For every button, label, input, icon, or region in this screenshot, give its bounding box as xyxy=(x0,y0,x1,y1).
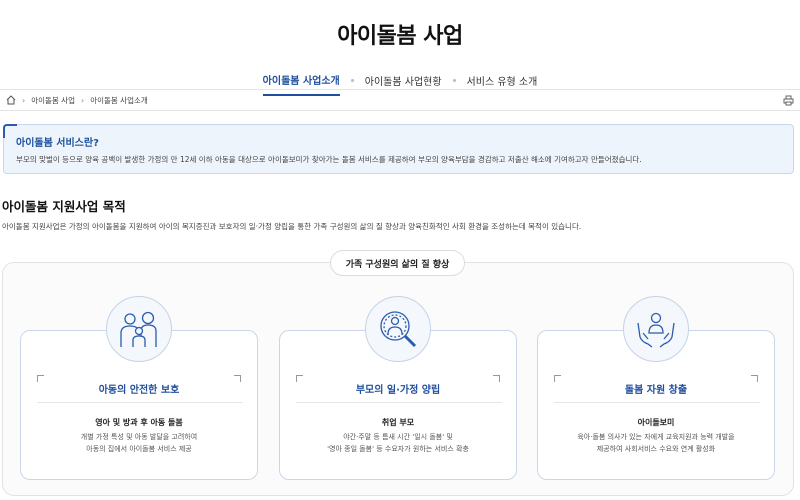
hands-person-icon xyxy=(623,296,689,362)
section-title: 아이돌봄 지원사업 목적 xyxy=(2,199,126,214)
card-text: 제공하여 사회서비스 수요와 연계 활성화 xyxy=(596,445,716,453)
info-text: 부모의 맞벌이 등으로 양육 공백이 발생한 가정의 만 12세 이하 아동을 … xyxy=(16,155,642,164)
card-title: 아동의 안전한 보호 xyxy=(98,385,180,396)
card-subtitle: 아이돌보미 xyxy=(637,418,675,427)
card-text: 개별 가정 특성 및 아동 발달을 고려하여 xyxy=(80,433,198,441)
card-text: 아동의 집에서 아이돌봄 서비스 제공 xyxy=(86,445,192,453)
page-title: 아이돌봄 사업 xyxy=(337,24,463,49)
card-title: 돌봄 자원 창출 xyxy=(624,385,688,396)
card-text: '영아 종일 돌봄' 등 수요자가 원하는 서비스 확충 xyxy=(327,445,469,453)
card-subtitle: 취업 부모 xyxy=(381,418,415,427)
card-text: 육아·돌봄 의사가 있는 자에게 교육지원과 능력 개발을 xyxy=(577,433,735,441)
info-title: 아이돌봄 서비스란? xyxy=(16,138,99,149)
chevron-right-icon: › xyxy=(81,95,85,105)
card-title: 부모의 일·가정 양립 xyxy=(355,385,441,396)
service-info-box: 아이돌봄 서비스란? 부모의 맞벌이 등으로 양육 공백이 발생한 가정의 만 … xyxy=(3,124,794,174)
chevron-right-icon: › xyxy=(22,95,26,105)
home-icon[interactable] xyxy=(6,95,16,105)
magnifier-person-icon xyxy=(365,296,431,362)
section-description: 아이돌봄 지원사업은 가정의 아이돌봄을 지원하여 아이의 복지증진과 보호자의… xyxy=(2,222,582,231)
tab-separator xyxy=(452,79,456,82)
tab-separator xyxy=(350,79,354,82)
goal-pill: 가족 구성원의 삶의 질 향상 xyxy=(330,250,465,276)
card-text: 야간·주말 등 틈새 시간 '일시 돌봄' 및 xyxy=(343,433,453,441)
breadcrumb: › 아이돌봄 사업 › 아이돌봄 사업소개 xyxy=(0,89,800,111)
card-subtitle: 영아 및 방과 후 아동 돌봄 xyxy=(95,418,183,427)
info-corner-accent xyxy=(3,124,17,138)
breadcrumb-item[interactable]: 아이돌봄 사업 xyxy=(31,95,75,106)
print-icon[interactable] xyxy=(783,95,794,106)
breadcrumb-item-current: 아이돌봄 사업소개 xyxy=(90,95,148,105)
family-icon xyxy=(106,296,172,362)
